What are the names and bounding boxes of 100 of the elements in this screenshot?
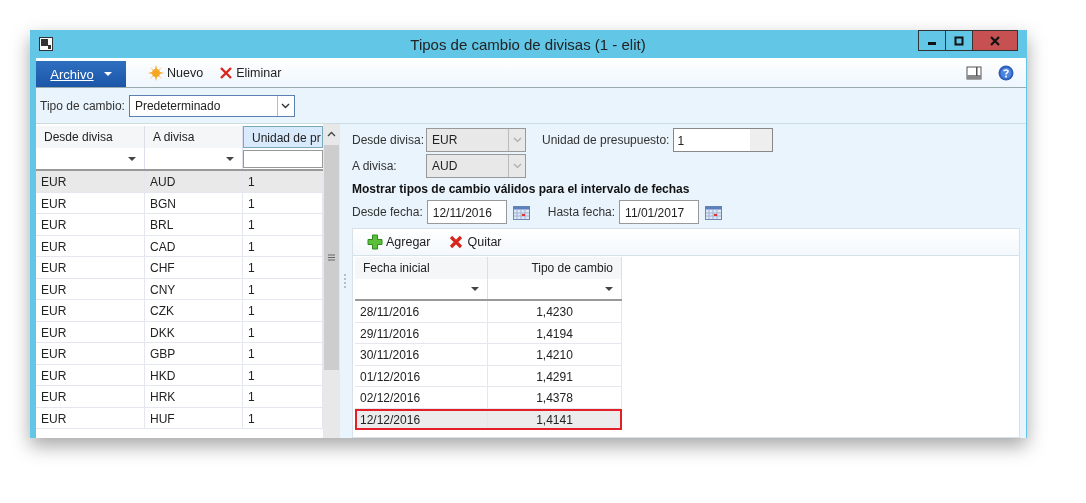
table-cell: 1,4141 (488, 408, 622, 429)
filter-field[interactable] (243, 150, 323, 168)
remove-button[interactable]: Quitar (442, 232, 508, 252)
table-cell: EUR (36, 278, 145, 299)
minimize-button[interactable] (918, 30, 946, 51)
table-cell: EUR (36, 300, 145, 321)
from-date-label: Desde fecha: (352, 205, 423, 219)
close-button[interactable] (972, 30, 1018, 51)
table-cell: BRL (145, 214, 243, 235)
table-cell: AUD (145, 171, 243, 192)
caret-icon (226, 156, 234, 161)
table-cell: EUR (36, 364, 145, 385)
budget-unit-label: Unidad de presupuesto: (542, 133, 670, 147)
table-cell: CAD (145, 235, 243, 256)
table-cell: CHF (145, 257, 243, 278)
caret-icon (103, 71, 112, 77)
file-menu-button[interactable]: Archivo (36, 61, 126, 87)
table-cell: BGN (145, 192, 243, 213)
exchange-type-dropdown[interactable]: Predeterminado (128, 94, 295, 117)
chevron-down-icon (512, 137, 522, 143)
grid-row[interactable]: EUR HUF 1 (36, 407, 323, 429)
grid-row[interactable]: 12/12/2016 1,4141 (355, 408, 622, 430)
caret-icon (471, 287, 479, 291)
window-title: Tipos de cambio de divisas (1 - elit) (410, 35, 646, 53)
grid-row[interactable]: EUR CHF 1 (36, 257, 323, 279)
column-header[interactable]: Fecha inicial (355, 257, 488, 279)
grid-row[interactable]: EUR DKK 1 (36, 321, 323, 343)
from-currency-dropdown[interactable]: EUR (426, 128, 526, 152)
app-icon (39, 37, 53, 51)
maximize-button[interactable] (945, 30, 973, 51)
grid-row[interactable]: EUR BRL 1 (36, 214, 323, 236)
table-cell: EUR (36, 235, 145, 256)
table-cell: EUR (36, 214, 145, 235)
table-cell: HRK (145, 386, 243, 407)
grid-row[interactable]: EUR HKD 1 (36, 364, 323, 386)
table-cell: 1,4291 (488, 365, 622, 386)
table-cell: HKD (145, 364, 243, 385)
scroll-up-icon[interactable] (327, 131, 336, 137)
new-button[interactable]: Nuevo (142, 62, 210, 83)
grid-row[interactable]: 30/11/2016 1,4210 (355, 344, 622, 366)
table-cell: 02/12/2016 (355, 387, 488, 408)
grid-row[interactable]: EUR CAD 1 (36, 235, 323, 257)
table-cell: EUR (36, 192, 145, 213)
table-cell: DKK (145, 321, 243, 342)
column-header[interactable]: A divisa (145, 126, 243, 148)
caret-icon (605, 287, 613, 291)
plus-icon (367, 234, 383, 250)
from-currency-label: Desde divisa: (352, 133, 422, 147)
table-cell: EUR (36, 386, 145, 407)
grid-row[interactable]: EUR CNY 1 (36, 278, 323, 300)
delete-button[interactable]: Eliminar (213, 63, 288, 82)
grid-row[interactable]: 29/11/2016 1,4194 (355, 322, 622, 344)
table-cell: CZK (145, 300, 243, 321)
table-cell: 1,4194 (488, 322, 622, 343)
table-cell: EUR (36, 321, 145, 342)
table-cell: 29/11/2016 (355, 322, 488, 343)
column-header[interactable]: Tipo de cambio (488, 257, 622, 279)
table-cell: 1,4230 (488, 301, 622, 322)
add-button[interactable]: Agregar (361, 232, 437, 252)
budget-unit-field[interactable]: 1 (673, 128, 774, 152)
grid-row[interactable]: EUR CZK 1 (36, 300, 323, 322)
calendar-icon[interactable] (705, 204, 723, 220)
grid-row[interactable]: EUR HRK 1 (36, 386, 323, 408)
help-icon[interactable] (998, 64, 1014, 81)
grid-row[interactable]: 28/11/2016 1,4230 (355, 301, 622, 323)
grip-icon (328, 254, 335, 261)
section-title: Mostrar tipos de cambio válidos para el intervalo de fechas (352, 181, 691, 198)
maximize-icon (954, 35, 964, 46)
exchange-type-label: Tipo de cambio: (40, 98, 125, 113)
table-cell: EUR (36, 343, 145, 364)
to-currency-dropdown[interactable]: AUD (426, 154, 526, 178)
grid-row[interactable]: EUR AUD 1 (36, 171, 323, 193)
table-cell: 1,4210 (488, 344, 622, 365)
to-currency-label: A divisa: (352, 159, 398, 173)
minimize-icon (928, 42, 936, 45)
table-cell: 01/12/2016 (355, 365, 488, 386)
from-date-field[interactable]: 12/11/2016 (426, 200, 507, 224)
chevron-down-icon (281, 102, 291, 109)
grid-row[interactable]: EUR BGN 1 (36, 192, 323, 214)
scrollbar[interactable] (323, 124, 340, 438)
table-cell: EUR (36, 407, 145, 428)
grid-row[interactable]: 02/12/2016 1,4378 (355, 387, 622, 409)
table-cell: 12/12/2016 (355, 408, 488, 429)
to-date-label: Hasta fecha: (547, 205, 616, 219)
grid-row[interactable]: 01/12/2016 1,4291 (355, 365, 622, 387)
table-cell: HUF (145, 407, 243, 428)
column-header[interactable]: Unidad de pr (243, 126, 323, 148)
column-header[interactable]: Desde divisa (36, 126, 145, 148)
cross-icon (219, 65, 234, 80)
table-cell: 30/11/2016 (355, 344, 488, 365)
close-icon (990, 35, 1000, 46)
table-cell: 1,4378 (488, 387, 622, 408)
table-cell: 28/11/2016 (355, 301, 488, 322)
cross-icon (448, 234, 465, 250)
grid-row[interactable]: EUR GBP 1 (36, 343, 323, 365)
chevron-down-icon (512, 163, 522, 169)
layout-icon[interactable] (966, 65, 982, 80)
caret-icon (128, 156, 136, 161)
to-date-field[interactable]: 11/01/2017 (619, 200, 700, 224)
calendar-icon[interactable] (512, 204, 530, 220)
